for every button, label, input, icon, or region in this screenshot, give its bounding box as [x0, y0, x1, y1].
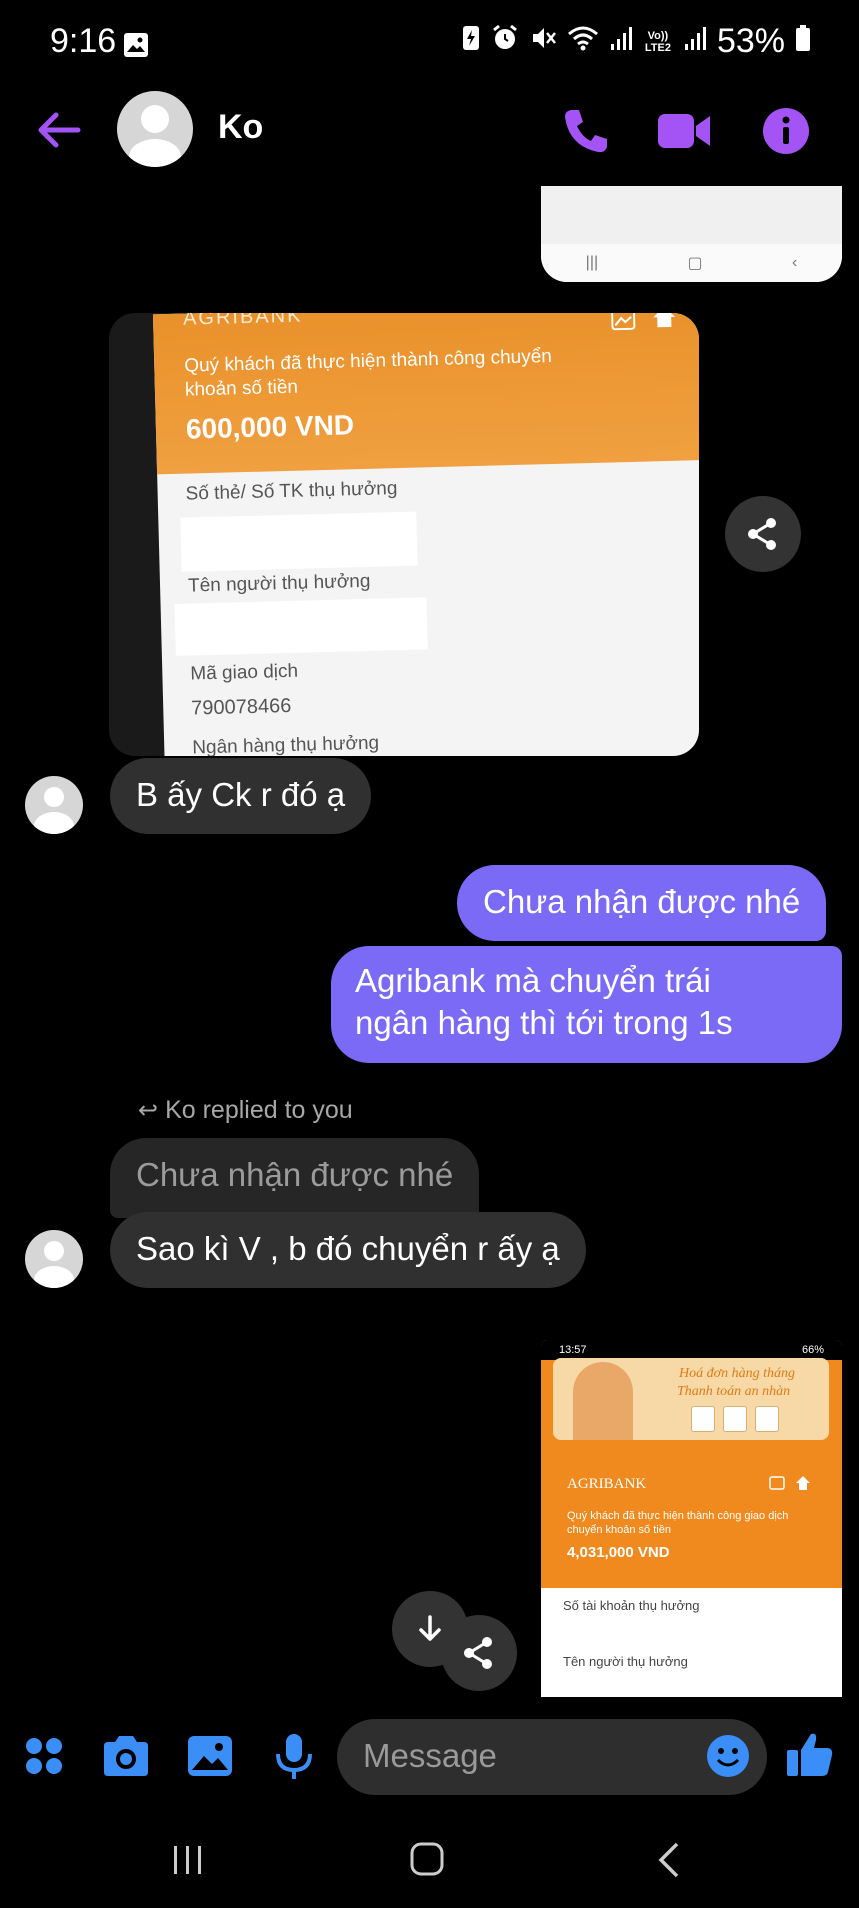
camera-icon	[104, 1736, 148, 1776]
volte-icon: Vo)) LTE2	[644, 29, 671, 54]
sent-image-thumbnail[interactable]: ||| ▢ ‹	[541, 186, 842, 282]
recent-apps-icon	[174, 1846, 201, 1874]
receipt-field-bank: Ngân hàng thụ hưởng	[192, 732, 380, 756]
signal-icon	[609, 22, 633, 61]
received-image-receipt[interactable]: AGRIBANK Quý khách đã thực hiện thành cô…	[109, 313, 699, 756]
smiley-icon	[707, 1735, 749, 1777]
reply-indicator: ↩ Ko replied to you	[138, 1096, 353, 1125]
receipt-line2: khoản số tiền	[184, 376, 299, 401]
receipt-field-account: Số thẻ/ Số TK thụ hưởng	[185, 478, 398, 505]
receipt-line1: Quý khách đã thực hiện thành công giao d…	[567, 1510, 789, 1522]
info-button[interactable]	[755, 100, 817, 162]
redaction-block	[174, 597, 428, 656]
sent-image-receipt[interactable]: 13:57 66% Hoá đơn hàng tháng Thanh toán …	[541, 1340, 842, 1697]
signal-icon	[683, 22, 707, 61]
home-button[interactable]	[406, 1840, 450, 1880]
image-icon	[769, 1476, 785, 1495]
image-navbar: ||| ▢ ‹	[541, 244, 842, 282]
phone-icon	[565, 110, 607, 153]
gallery-icon	[123, 32, 149, 63]
home-icon: ▢	[687, 255, 703, 272]
status-icons: Vo)) LTE2 53%	[461, 22, 811, 61]
banner-person-image	[573, 1362, 633, 1440]
promo-banner: Hoá đơn hàng tháng Thanh toán an nhàn	[553, 1358, 829, 1440]
receipt-details: Số tài khoản thụ hưởng Tên người thụ hưở…	[541, 1588, 842, 1697]
message-input[interactable]: Message	[337, 1719, 767, 1795]
sent-message-line: Agribank mà chuyển trái	[355, 962, 711, 999]
banner-icon-box	[691, 1406, 715, 1432]
gallery-button[interactable]	[182, 1728, 238, 1784]
apps-menu-button[interactable]	[16, 1728, 72, 1784]
contact-avatar-small[interactable]	[25, 776, 83, 834]
back-button[interactable]	[30, 100, 90, 160]
chevron-left-icon	[658, 1842, 679, 1878]
quoted-message[interactable]: Chưa nhận được nhé	[110, 1138, 480, 1218]
voice-call-button[interactable]	[555, 100, 617, 162]
info-icon	[763, 108, 809, 154]
back-nav-button[interactable]	[651, 1840, 687, 1880]
camera-button[interactable]	[98, 1728, 154, 1784]
thumbs-up-icon	[787, 1733, 833, 1776]
back-icon: ‹	[791, 254, 798, 271]
banner-icon-box	[755, 1406, 779, 1432]
receipt-amount: 600,000 VND	[185, 409, 355, 445]
image-status-time: 13:57	[559, 1344, 587, 1356]
received-message[interactable]: B ấy Ck r đó ạ	[110, 758, 372, 834]
image-status-bar: 13:57 66%	[541, 1340, 842, 1360]
battery-percent: 53%	[716, 22, 785, 60]
receipt-field-txn: Mã giao dịch	[190, 660, 299, 685]
contact-name[interactable]: Ko	[218, 108, 263, 147]
recent-apps-icon: |||	[585, 254, 599, 271]
image-icon	[188, 1736, 232, 1776]
receipt-phone-screen: AGRIBANK Quý khách đã thực hiện thành cô…	[152, 313, 699, 756]
home-icon	[795, 1475, 811, 1496]
reply-label-text: Ko replied to you	[165, 1096, 353, 1124]
share-button[interactable]	[725, 496, 801, 572]
share-icon	[748, 518, 776, 550]
recent-apps-button[interactable]	[166, 1840, 210, 1880]
alarm-icon	[491, 22, 519, 61]
reply-icon: ↩	[138, 1097, 159, 1124]
home-icon	[651, 313, 678, 334]
receipt-field-name: Tên người thụ hưởng	[563, 1654, 688, 1669]
contact-avatar-small[interactable]	[25, 1230, 83, 1288]
received-message[interactable]: Sao kì V , b đó chuyển r ấy ạ	[110, 1212, 586, 1288]
wifi-icon	[567, 22, 599, 61]
receipt-amount: 4,031,000 VND	[567, 1544, 670, 1561]
banner-line2: Thanh toán an nhàn	[677, 1384, 791, 1399]
receipt-txn-id: 790078466	[190, 694, 292, 720]
battery-icon	[795, 22, 811, 61]
status-time: 9:16	[50, 22, 117, 60]
like-button[interactable]	[784, 1728, 836, 1780]
bank-name: AGRIBANK	[567, 1476, 647, 1492]
share-button[interactable]	[441, 1615, 517, 1691]
receipt-field-name: Tên người thụ hưởng	[187, 570, 371, 597]
message-placeholder: Message	[363, 1737, 497, 1774]
contact-avatar[interactable]	[117, 91, 193, 167]
video-camera-icon	[658, 114, 710, 148]
mute-icon	[529, 22, 557, 61]
image-icon	[611, 313, 636, 335]
video-call-button[interactable]	[654, 100, 716, 162]
sent-message[interactable]: Chưa nhận được nhé	[457, 865, 827, 941]
redaction-block	[180, 511, 418, 572]
image-status-battery: 66%	[801, 1344, 824, 1356]
sent-message-line: ngân hàng thì tới trong 1s	[355, 1004, 733, 1041]
share-icon	[464, 1637, 492, 1669]
back-arrow-icon	[38, 112, 81, 148]
receipt-field-account: Số tài khoản thụ hưởng	[563, 1598, 700, 1613]
microphone-icon	[276, 1734, 312, 1779]
receipt-line2: chuyển khoản số tiền	[567, 1524, 671, 1536]
banner-icon-box	[723, 1406, 747, 1432]
battery-saver-icon	[461, 22, 481, 61]
banner-line1: Hoá đơn hàng tháng	[679, 1366, 795, 1381]
home-icon	[410, 1842, 444, 1876]
voice-message-button[interactable]	[266, 1728, 322, 1784]
emoji-button[interactable]	[705, 1733, 751, 1779]
four-dots-icon	[26, 1738, 62, 1774]
sent-message[interactable]: Agribank mà chuyển trái ngân hàng thì tớ…	[331, 946, 842, 1063]
